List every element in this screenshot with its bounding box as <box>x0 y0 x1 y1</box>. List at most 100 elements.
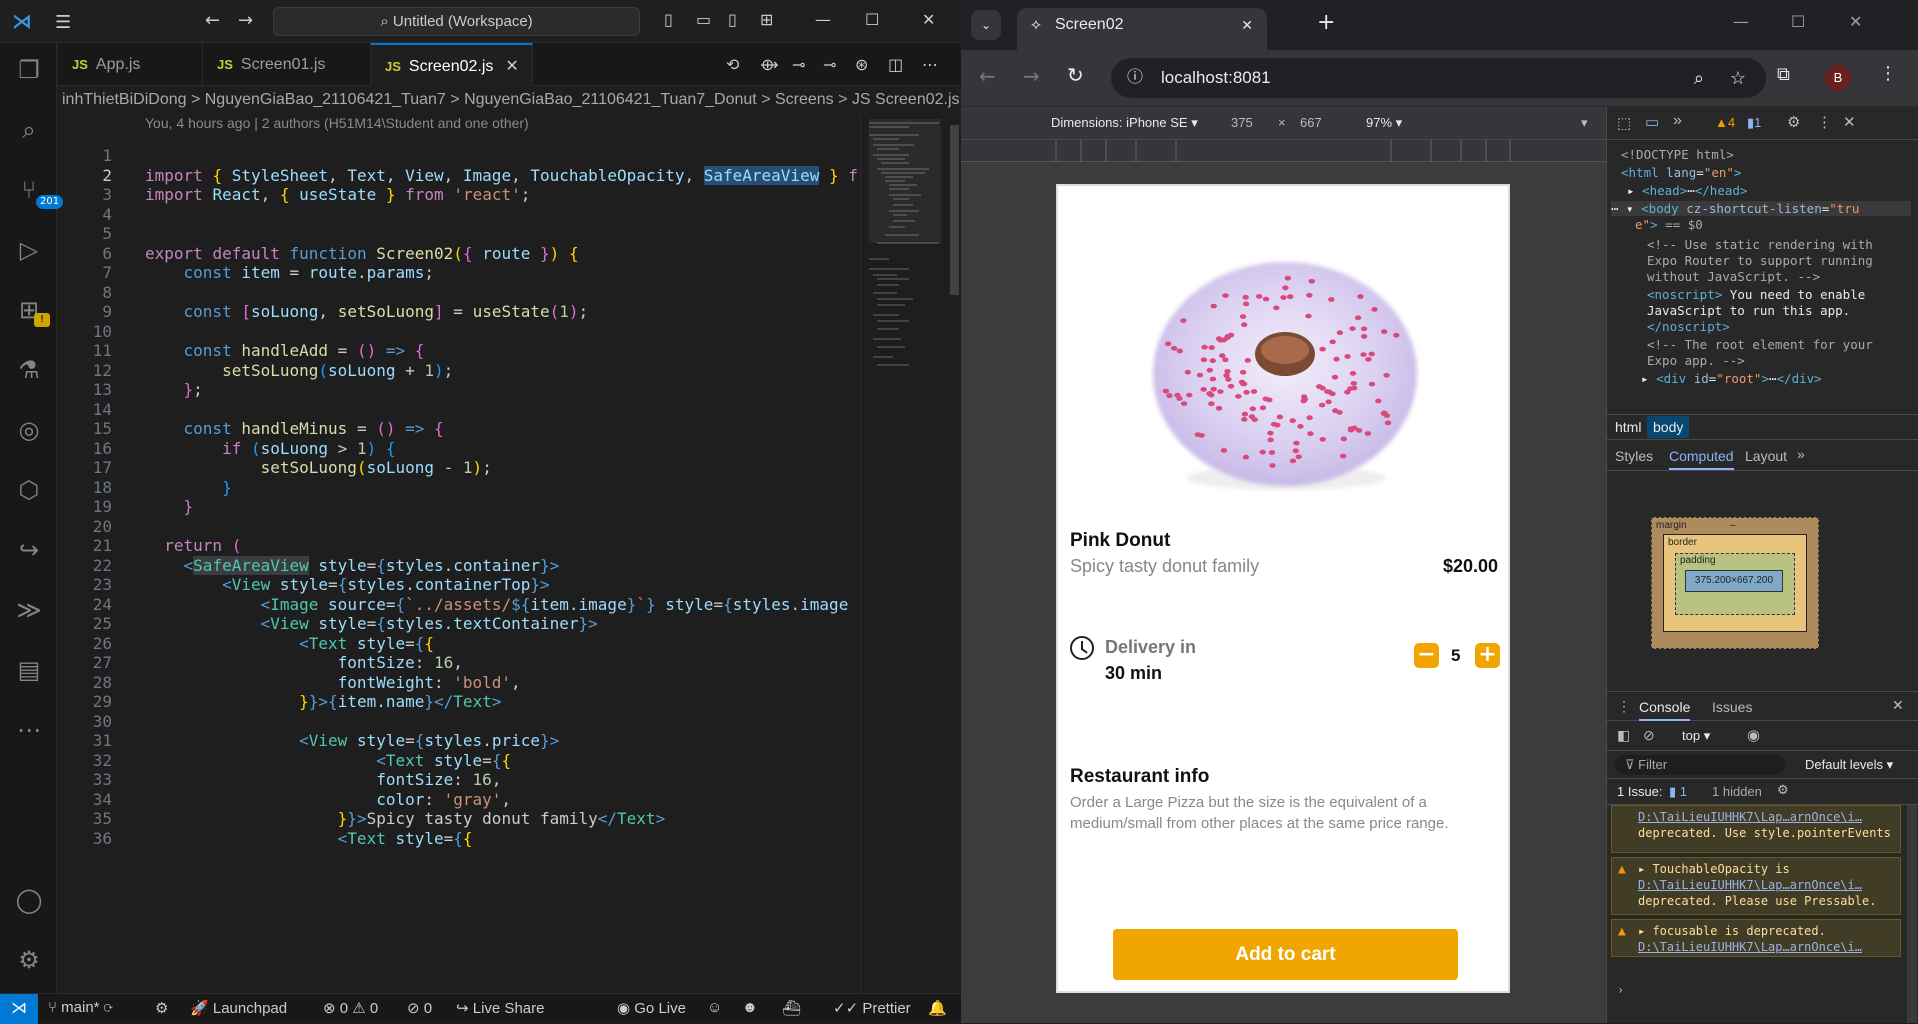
warning-source-link[interactable]: D:\TaiLieuIUHHK7\Lap…arnOnce\i… <box>1638 939 1896 955</box>
address-bar[interactable]: ⓘ localhost:8081 ⌕ ☆ <box>1111 58 1766 98</box>
code-line[interactable]: const [soLuong, setSoLuong] = useState(1… <box>145 302 589 321</box>
close-window-icon[interactable]: ✕ <box>1849 12 1862 31</box>
devtools-menu-icon[interactable]: ⋮ <box>1817 113 1832 131</box>
editor-scrollbar[interactable] <box>948 115 961 993</box>
toggle-sidebar-icon[interactable]: ▯ <box>664 10 673 29</box>
search-icon[interactable]: ⌕ <box>12 113 46 147</box>
live-share-icon[interactable]: ↪ <box>12 533 46 567</box>
crumb-html[interactable]: html <box>1615 419 1641 435</box>
close-icon[interactable]: ✕ <box>922 10 935 29</box>
remote-indicator-icon[interactable]: ⋊ <box>0 994 38 1024</box>
code-line[interactable]: <Text style={{ <box>145 634 434 653</box>
forward-icon[interactable]: → <box>1023 64 1040 88</box>
code-line[interactable]: }}>{item.name}</Text> <box>145 692 501 711</box>
forward-arrow-icon[interactable]: → <box>238 10 253 31</box>
tab-computed[interactable]: Computed <box>1669 448 1734 470</box>
code-line[interactable]: <View style={styles.textContainer}> <box>145 614 598 633</box>
noscript-node[interactable]: <noscript> You need to enable <box>1647 287 1865 302</box>
accounts-status-icon[interactable]: ☻ <box>742 999 758 1016</box>
width-input[interactable]: 375 <box>1231 115 1253 130</box>
elements-tree[interactable]: <!DOCTYPE html> <html lang="en"> ▸ <head… <box>1607 141 1918 414</box>
copilot-icon[interactable]: ☺ <box>707 999 722 1016</box>
minimize-icon[interactable]: — <box>1733 12 1749 31</box>
decrease-quantity-button[interactable]: − <box>1414 643 1439 668</box>
context-select[interactable]: top ▾ <box>1682 728 1710 744</box>
back-icon[interactable]: ← <box>979 64 996 88</box>
device-select[interactable]: Dimensions: iPhone SE ▾ <box>1051 115 1198 131</box>
padding-box[interactable]: padding 375.200×667.200 <box>1675 553 1795 615</box>
close-drawer-icon[interactable]: ✕ <box>1892 697 1904 714</box>
code-line[interactable]: fontWeight: 'bold', <box>145 673 521 692</box>
warning-source-link[interactable]: D:\TaiLieuIUHHK7\Lap…arnOnce\i… <box>1638 809 1896 825</box>
zoom-icon[interactable]: ⌕ <box>1694 58 1704 98</box>
console-warning[interactable]: D:\TaiLieuIUHHK7\Lap…arnOnce\i… deprecat… <box>1611 805 1901 853</box>
minimize-icon[interactable]: — <box>815 10 831 29</box>
code-line[interactable]: export default function Screen02({ route… <box>145 244 579 263</box>
toggle-secondary-sidebar-icon[interactable]: ▯ <box>728 10 737 29</box>
console-settings-icon[interactable]: ⚙ <box>1777 782 1789 798</box>
code-line[interactable]: fontSize: 16, <box>145 770 501 789</box>
comment-node[interactable]: <!-- Use static rendering with <box>1647 237 1873 252</box>
inspect-element-icon[interactable]: ⬚ <box>1617 114 1631 132</box>
code-line[interactable]: const handleAdd = () => { <box>145 341 425 360</box>
code-line[interactable]: import { StyleSheet, Text, View, Image, … <box>145 165 858 185</box>
account-icon[interactable]: ◯ <box>12 883 46 917</box>
containers-icon[interactable]: ⬡ <box>12 473 46 507</box>
code-line[interactable]: fontSize: 16, <box>145 653 463 672</box>
scrollbar-thumb[interactable] <box>950 125 959 295</box>
code-editor[interactable]: 1 2 import { StyleSheet, Text, View, Image… <box>58 134 858 992</box>
live-expression-eye-icon[interactable]: ◉ <box>1747 726 1760 744</box>
tab-console[interactable]: Console <box>1639 699 1691 721</box>
head-node[interactable]: ▸ <head>⋯</head> <box>1627 183 1747 198</box>
devtools-settings-icon[interactable]: ⚙ <box>1787 113 1800 131</box>
code-line[interactable]: if (soLuong > 1) { <box>145 439 395 458</box>
doctype-node[interactable]: <!DOCTYPE html> <box>1621 147 1734 162</box>
reload-icon[interactable]: ↻ <box>1067 63 1084 87</box>
height-input[interactable]: 667 <box>1300 115 1322 130</box>
tab-screen02-js[interactable]: JS Screen02.js ✕ <box>371 43 533 86</box>
folder-icon[interactable]: ▤ <box>12 653 46 687</box>
code-line[interactable]: <View style={styles.containerTop}> <box>145 575 550 594</box>
profile-avatar[interactable]: B <box>1825 65 1851 91</box>
tab-app-js[interactable]: JS App.js <box>58 43 203 86</box>
source-control-icon[interactable]: ⑂ 201 <box>12 173 64 209</box>
drawer-menu-icon[interactable]: ⋮ <box>1617 698 1631 715</box>
gitlens-status-icon[interactable]: ⚙ <box>155 999 168 1017</box>
customize-layout-icon[interactable]: ⊞ <box>760 10 773 29</box>
run-debug-icon[interactable]: ▷ <box>12 233 46 267</box>
close-tab-icon[interactable]: ✕ <box>1241 8 1253 42</box>
comment-root[interactable]: <!-- The root element for your <box>1647 337 1873 352</box>
command-center-search[interactable]: ⌕ Untitled (Workspace) <box>273 7 640 36</box>
prettier-status[interactable]: ✓✓ Prettier <box>833 999 911 1017</box>
open-changes-icon[interactable]: ⟴ <box>760 55 779 74</box>
margin-box[interactable]: margin – border padding 375.200×667.200 <box>1651 517 1819 649</box>
body-node[interactable]: ⋯ ▾ <body cz-shortcut-listen="tru <box>1611 201 1911 216</box>
minimap[interactable] <box>860 115 948 993</box>
split-editor-icon[interactable]: ◫ <box>888 55 903 74</box>
code-line[interactable]: <Text style={{ <box>145 751 511 770</box>
console-warning[interactable]: ▲ ▸ TouchableOpacity is D:\TaiLieuIUHHK7… <box>1611 857 1901 915</box>
code-line[interactable]: const item = route.params; <box>145 263 435 282</box>
log-levels-select[interactable]: Default levels ▾ <box>1805 757 1893 773</box>
menu-icon[interactable]: ☰ <box>55 12 79 33</box>
launchpad-status[interactable]: 🚀 Launchpad <box>190 999 287 1017</box>
next-change-icon[interactable]: ⊸ <box>823 55 836 74</box>
add-to-cart-button[interactable]: Add to cart <box>1113 929 1458 980</box>
branch-indicator[interactable]: ⑂ main* ⟳ <box>48 999 113 1016</box>
warnings-indicator[interactable]: ▲4 <box>1715 115 1735 130</box>
console-filter-input[interactable]: ⊽ Filter <box>1615 755 1785 775</box>
console-scrollbar[interactable] <box>1907 805 1917 1023</box>
code-line[interactable]: setSoLuong(soLuong - 1); <box>145 458 492 477</box>
code-line[interactable]: const handleMinus = () => { <box>145 419 444 438</box>
code-line[interactable]: return ( <box>145 536 241 555</box>
gitlens-icon[interactable]: ≫ <box>12 593 46 627</box>
code-line[interactable]: }}>Spicy tasty donut family</Text> <box>145 809 666 828</box>
maximize-icon[interactable]: ☐ <box>1791 12 1805 31</box>
increase-quantity-button[interactable]: + <box>1475 643 1500 668</box>
more-icon[interactable]: ⋯ <box>12 713 46 747</box>
code-line[interactable]: <View style={styles.price}> <box>145 731 559 750</box>
crumb-body[interactable]: body <box>1647 416 1690 438</box>
breadcrumb[interactable]: inhThietBiDiDong > NguyenGiaBao_21106421… <box>58 87 961 113</box>
code-line[interactable]: import React, { useState } from 'react'; <box>145 185 530 204</box>
device-options-icon[interactable]: ▾ <box>1581 115 1588 131</box>
